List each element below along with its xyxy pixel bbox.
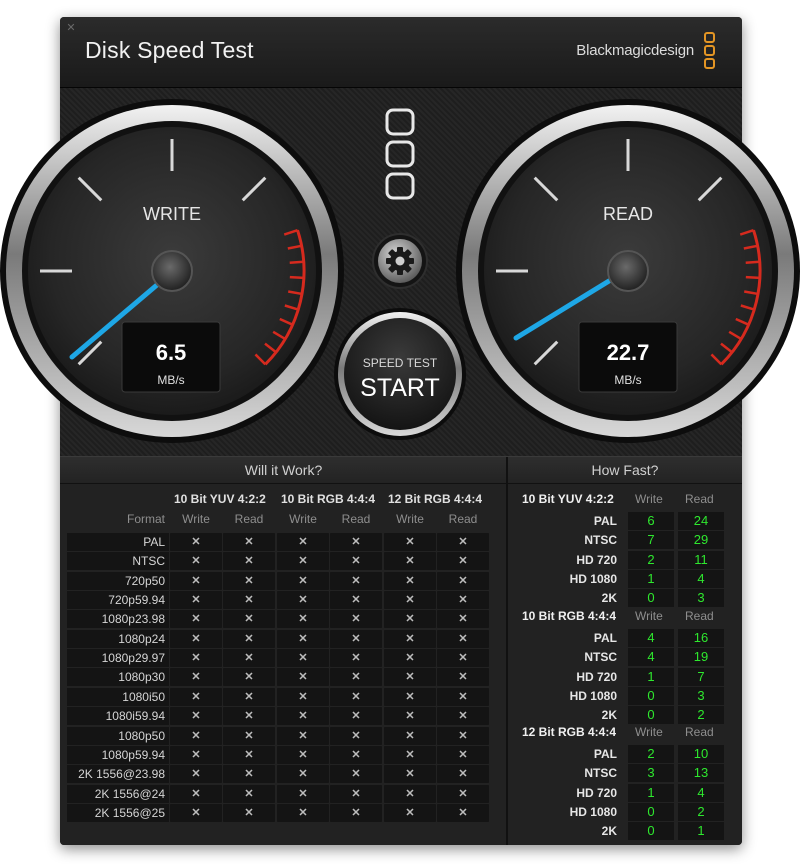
read-needle-hub — [607, 250, 649, 292]
redline-tick — [289, 260, 304, 265]
read-speed-value: 22.7 — [607, 340, 650, 365]
redline-tick — [745, 260, 760, 265]
settings-button[interactable] — [372, 233, 428, 289]
start-button-top-label: SPEED TEST — [363, 356, 438, 370]
speed-test-start-button[interactable]: SPEED TEST START — [334, 308, 466, 440]
read-gauge-label: READ — [603, 204, 653, 224]
write-needle-hub — [151, 250, 193, 292]
write-speed-unit: MB/s — [157, 373, 184, 387]
read-gauge: READ 22.7 MB/s — [456, 99, 800, 443]
write-gauge-label: WRITE — [143, 204, 201, 224]
gauges-overlay: WRITE 6.5 MB/s READ 22.7 MB/s SPEED TEST… — [0, 99, 800, 443]
gear-icon — [386, 247, 414, 275]
redline-tick — [289, 275, 304, 280]
read-speed-unit: MB/s — [614, 373, 641, 387]
start-button-label: START — [360, 374, 440, 402]
write-speed-value: 6.5 — [156, 340, 187, 365]
write-gauge: WRITE 6.5 MB/s — [0, 99, 344, 443]
redline-tick — [745, 275, 760, 280]
blackmagic-center-logo-icon — [385, 108, 415, 200]
